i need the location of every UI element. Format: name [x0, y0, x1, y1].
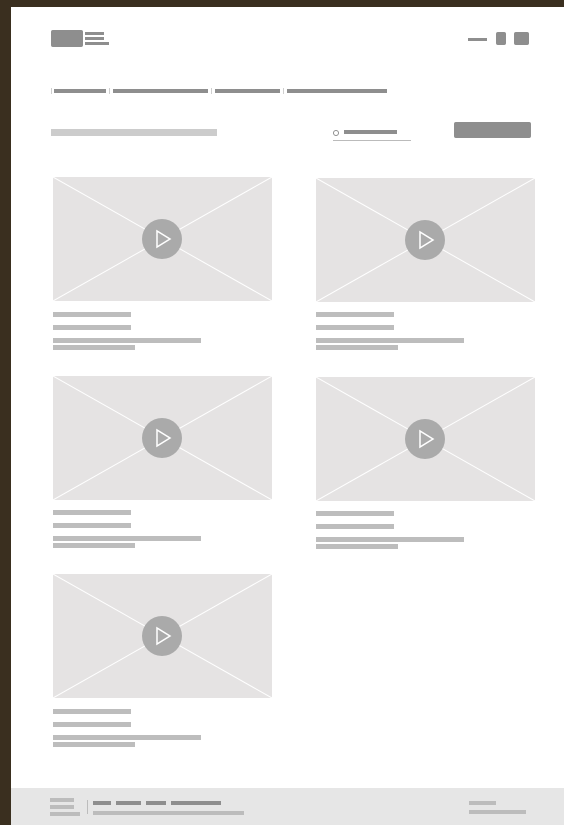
search-placeholder — [344, 130, 397, 134]
footer-meta — [469, 801, 529, 821]
footer-divider — [87, 800, 88, 814]
video-meta — [53, 523, 131, 528]
search-icon — [333, 130, 339, 136]
page-title — [51, 129, 217, 136]
video-description — [53, 742, 135, 747]
video-card[interactable] — [316, 178, 536, 358]
video-description — [53, 338, 201, 343]
video-card[interactable] — [53, 376, 273, 556]
video-description — [53, 536, 201, 541]
menu-dash-icon[interactable] — [468, 38, 487, 41]
logo-text-line — [85, 42, 109, 45]
play-button[interactable] — [405, 419, 445, 459]
nav-item[interactable] — [215, 89, 280, 93]
breadcrumb-separator — [211, 88, 212, 94]
nav-item[interactable] — [54, 89, 106, 93]
video-meta — [316, 524, 394, 529]
video-title[interactable] — [53, 510, 131, 515]
square-icon[interactable] — [496, 32, 506, 45]
breadcrumb-separator — [283, 88, 284, 94]
footer-logo[interactable] — [50, 798, 80, 818]
page — [11, 7, 564, 825]
header-actions — [468, 32, 530, 45]
logo[interactable] — [51, 30, 109, 48]
video-description — [316, 537, 464, 542]
video-thumbnail[interactable] — [53, 376, 272, 500]
footer-link[interactable] — [171, 801, 221, 805]
video-thumbnail[interactable] — [53, 177, 272, 301]
footer-meta-line — [469, 801, 496, 805]
nav-item[interactable] — [287, 89, 387, 93]
search-input[interactable] — [333, 128, 411, 141]
play-button[interactable] — [405, 220, 445, 260]
video-card[interactable] — [53, 177, 273, 357]
play-icon — [156, 229, 172, 249]
footer-logo-line — [50, 805, 74, 809]
play-button[interactable] — [142, 418, 182, 458]
video-meta — [53, 722, 131, 727]
video-thumbnail[interactable] — [316, 377, 535, 501]
video-meta — [53, 325, 131, 330]
footer — [11, 788, 564, 825]
video-thumbnail[interactable] — [316, 178, 535, 302]
logo-mark — [51, 30, 83, 47]
breadcrumb-separator — [51, 88, 52, 94]
footer-text — [93, 811, 244, 815]
video-card[interactable] — [53, 574, 273, 754]
footer-link[interactable] — [93, 801, 111, 805]
logo-text-line — [85, 37, 104, 40]
video-description — [53, 543, 135, 548]
video-title[interactable] — [316, 312, 394, 317]
logo-text-line — [85, 32, 104, 35]
video-title[interactable] — [316, 511, 394, 516]
play-button[interactable] — [142, 616, 182, 656]
footer-logo-line — [50, 812, 80, 816]
video-description — [53, 735, 201, 740]
action-button[interactable] — [454, 122, 531, 138]
nav-item[interactable] — [113, 89, 208, 93]
play-icon — [419, 230, 435, 250]
play-icon — [419, 429, 435, 449]
video-card[interactable] — [316, 377, 536, 557]
video-meta — [316, 325, 394, 330]
video-title[interactable] — [53, 312, 131, 317]
footer-link[interactable] — [146, 801, 166, 805]
footer-logo-line — [50, 798, 74, 802]
video-title[interactable] — [53, 709, 131, 714]
video-description — [316, 544, 398, 549]
square-icon[interactable] — [514, 32, 529, 45]
video-thumbnail[interactable] — [53, 574, 272, 698]
video-description — [316, 338, 464, 343]
breadcrumb-separator — [109, 88, 110, 94]
play-button[interactable] — [142, 219, 182, 259]
footer-link[interactable] — [116, 801, 141, 805]
play-icon — [156, 626, 172, 646]
video-description — [53, 345, 135, 350]
video-description — [316, 345, 398, 350]
play-icon — [156, 428, 172, 448]
footer-meta-line — [469, 810, 526, 814]
breadcrumb — [51, 88, 391, 94]
